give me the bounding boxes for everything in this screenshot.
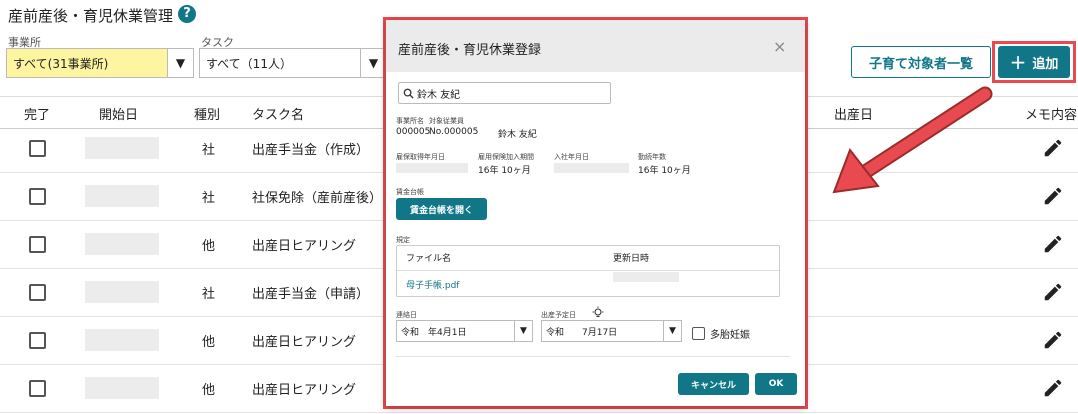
redacted-start-date bbox=[85, 329, 159, 351]
updated-header: 更新日時 bbox=[613, 254, 650, 264]
task-cell: 出産手当金（作成） bbox=[252, 143, 370, 158]
edit-pencil-icon[interactable] bbox=[1042, 281, 1064, 303]
page-title: 産前産後・育児休業管理 bbox=[8, 7, 174, 25]
task-select-value: すべて（11人） bbox=[206, 56, 292, 71]
task-cell: 出産日ヒアリング bbox=[252, 383, 357, 398]
kind-cell: 社 bbox=[202, 191, 216, 206]
col-header-start-date: 開始日 bbox=[99, 108, 139, 123]
chevron-down-icon: ▼ bbox=[167, 49, 193, 77]
contact-date-value: 令和 年4月1日 bbox=[401, 327, 467, 338]
modal-divider bbox=[396, 356, 790, 357]
file-link[interactable]: 母子手帳.pdf bbox=[406, 278, 459, 291]
add-button-label: 追加 bbox=[1032, 56, 1059, 72]
done-checkbox[interactable] bbox=[29, 284, 46, 301]
col-header-task: タスク名 bbox=[252, 108, 305, 123]
insurance-date-label: 雇保取得年月日 bbox=[396, 153, 445, 161]
office-name-label: 事業所名 bbox=[396, 117, 424, 125]
done-checkbox[interactable] bbox=[29, 236, 46, 253]
done-checkbox[interactable] bbox=[29, 188, 46, 205]
redacted-join-date bbox=[554, 163, 629, 173]
wage-ledger-label: 賃金台帳 bbox=[396, 188, 424, 196]
edit-pencil-icon[interactable] bbox=[1042, 329, 1064, 351]
lightbulb-icon bbox=[592, 306, 604, 318]
file-name-header: ファイル名 bbox=[406, 254, 452, 264]
registration-modal: 産前産後・育児休業登録 × 鈴木 友紀 事業所名 対象従業員 000005 No… bbox=[386, 20, 805, 406]
childcare-list-button[interactable]: 子育て対象者一覧 bbox=[851, 46, 991, 78]
help-icon[interactable]: ? bbox=[178, 5, 196, 23]
twins-label: 多胎妊娠 bbox=[710, 330, 750, 341]
rules-label: 規定 bbox=[396, 236, 410, 244]
edit-pencil-icon[interactable] bbox=[1042, 185, 1064, 207]
due-date-label: 出産予定日 bbox=[541, 311, 576, 319]
edit-pencil-icon[interactable] bbox=[1042, 377, 1064, 399]
task-cell: 出産手当金（申請） bbox=[252, 287, 370, 302]
twins-checkbox[interactable] bbox=[692, 327, 705, 340]
tenure-value: 16年 10ヶ月 bbox=[638, 166, 691, 176]
chevron-down-icon: ▼ bbox=[514, 321, 532, 341]
join-date-label: 入社年月日 bbox=[554, 153, 589, 161]
edit-pencil-icon[interactable] bbox=[1042, 233, 1064, 255]
employee-name: 鈴木 友紀 bbox=[498, 130, 537, 140]
employee-label: 対象従業員 bbox=[429, 117, 464, 125]
open-wage-ledger-button[interactable]: 賃金台帳を開く bbox=[396, 198, 487, 220]
task-cell: 社保免除（産前産後） bbox=[252, 191, 383, 206]
kind-cell: 社 bbox=[202, 287, 216, 302]
col-header-memo: メモ内容 bbox=[1025, 108, 1078, 123]
modal-title: 産前産後・育児休業登録 bbox=[398, 43, 542, 58]
employee-no: No.000005 bbox=[429, 127, 479, 137]
tenure-label: 勤続年数 bbox=[638, 153, 666, 161]
contact-date-label: 連絡日 bbox=[396, 311, 417, 319]
col-header-done: 完了 bbox=[24, 108, 51, 123]
modal-header: 産前産後・育児休業登録 × bbox=[386, 20, 805, 72]
redacted-start-date bbox=[85, 377, 159, 399]
cancel-button[interactable]: キャンセル bbox=[678, 373, 749, 395]
close-icon[interactable]: × bbox=[773, 37, 786, 56]
task-select[interactable]: すべて（11人） ▼ bbox=[199, 48, 387, 78]
employment-period-value: 16年 10ヶ月 bbox=[478, 166, 531, 176]
office-select-value: すべて(31事業所) bbox=[13, 56, 109, 71]
redacted-start-date bbox=[85, 281, 159, 303]
office-name-value: 000005 bbox=[396, 127, 431, 137]
search-icon bbox=[403, 88, 414, 99]
kind-cell: 社 bbox=[202, 143, 216, 158]
employment-period-label: 雇用保険加入期間 bbox=[478, 153, 534, 161]
task-cell: 出産日ヒアリング bbox=[252, 335, 357, 350]
redacted-updated-date bbox=[613, 272, 679, 282]
kind-cell: 他 bbox=[202, 383, 216, 398]
redacted-start-date bbox=[85, 185, 159, 207]
rules-divider bbox=[397, 270, 779, 271]
edit-pencil-icon[interactable] bbox=[1042, 137, 1064, 159]
employee-search-input[interactable]: 鈴木 友紀 bbox=[398, 82, 611, 104]
ok-button[interactable]: OK bbox=[755, 373, 797, 395]
add-button[interactable]: + 追加 bbox=[998, 46, 1070, 78]
done-checkbox[interactable] bbox=[29, 380, 46, 397]
due-date-value: 令和 7月17日 bbox=[546, 327, 618, 338]
office-select[interactable]: すべて(31事業所) ▼ bbox=[6, 48, 194, 78]
rules-table: ファイル名 更新日時 母子手帳.pdf bbox=[396, 245, 780, 297]
kind-cell: 他 bbox=[202, 335, 216, 350]
chevron-down-icon: ▼ bbox=[663, 321, 681, 341]
plus-icon: + bbox=[1009, 50, 1027, 74]
done-checkbox[interactable] bbox=[29, 332, 46, 349]
due-date-select[interactable]: 令和 7月17日 ▼ bbox=[541, 320, 682, 342]
redacted-start-date bbox=[85, 137, 159, 159]
task-cell: 出産日ヒアリング bbox=[252, 239, 357, 254]
redacted-insurance-date bbox=[396, 163, 468, 173]
annotation-arrow-icon bbox=[832, 86, 993, 194]
kind-cell: 他 bbox=[202, 239, 216, 254]
contact-date-select[interactable]: 令和 年4月1日 ▼ bbox=[396, 320, 533, 342]
col-header-kind: 種別 bbox=[194, 108, 221, 123]
redacted-start-date bbox=[85, 233, 159, 255]
done-checkbox[interactable] bbox=[29, 140, 46, 157]
search-value: 鈴木 友紀 bbox=[417, 89, 461, 101]
